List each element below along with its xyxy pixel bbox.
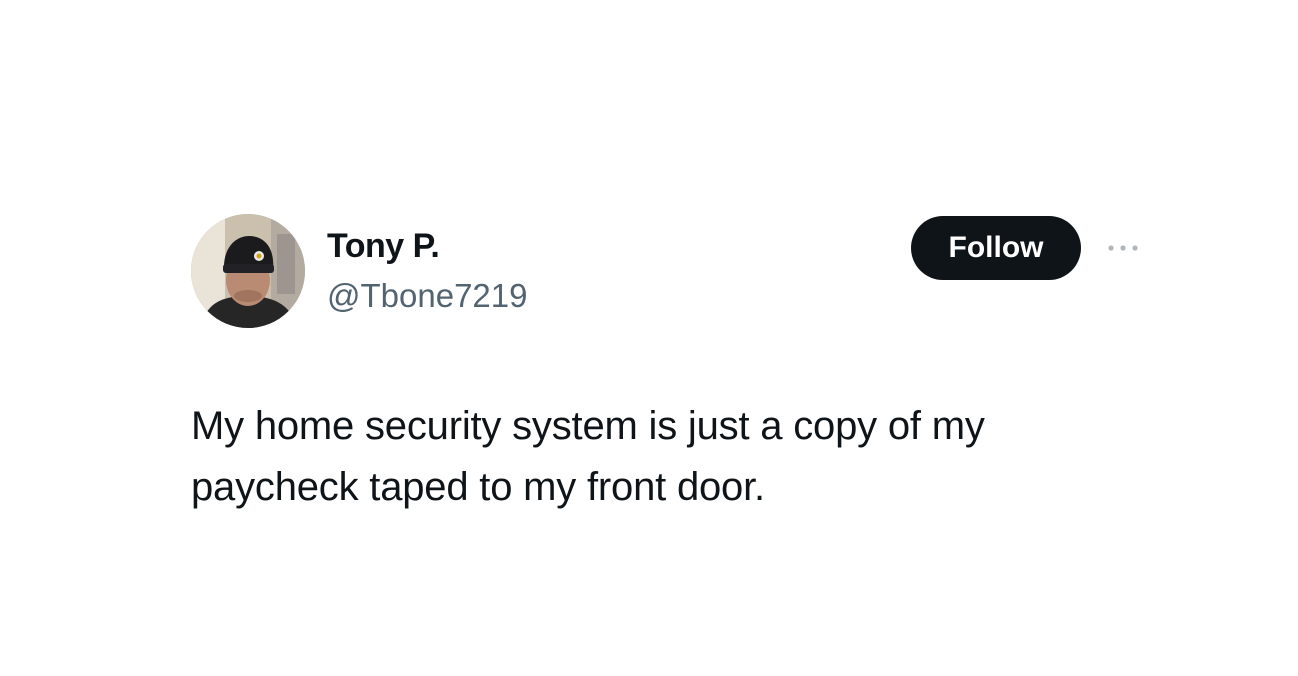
more-options-button[interactable] [1100, 236, 1146, 260]
avatar[interactable] [191, 214, 305, 328]
author-name[interactable]: Tony P. [327, 226, 440, 266]
follow-button-label: Follow [948, 231, 1044, 264]
more-horizontal-icon [1108, 245, 1138, 251]
tweet-card: Tony P. @Tbone7219 Follow My home securi… [0, 0, 1298, 676]
page: Tony P. @Tbone7219 Follow My home securi… [0, 0, 1298, 676]
author-handle[interactable]: @Tbone7219 [327, 276, 527, 316]
avatar-image [191, 214, 305, 328]
follow-button[interactable]: Follow [911, 216, 1081, 280]
tweet-text: My home security system is just a copy o… [191, 404, 985, 509]
